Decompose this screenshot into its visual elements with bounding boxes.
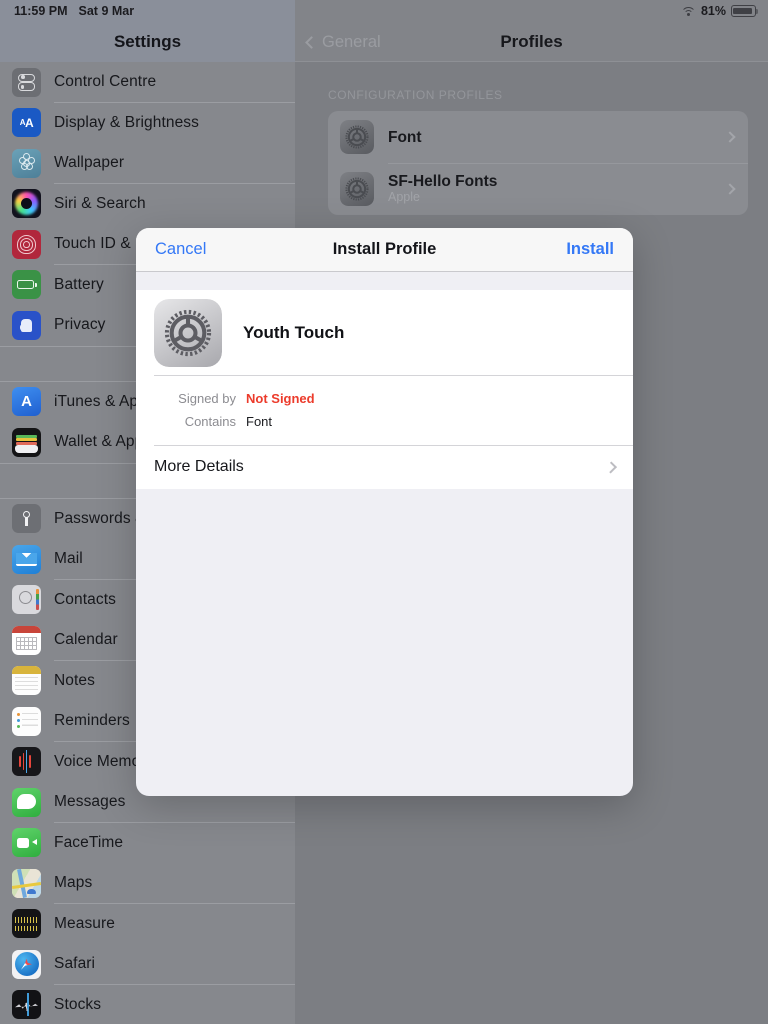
modal-title: Install Profile <box>332 240 437 258</box>
back-button[interactable]: General <box>295 33 381 52</box>
sidebar-item-measure[interactable]: Measure <box>0 903 295 944</box>
stocks-icon <box>12 990 41 1020</box>
screen-root: Settings Control Centre A A Display & Brigh… <box>0 0 768 1024</box>
calendar-icon <box>12 625 41 655</box>
profile-field-value: Not Signed <box>246 390 315 406</box>
profile-field-key: Signed by <box>178 390 236 406</box>
sidebar-item-label: Messages <box>54 793 126 811</box>
siri-search-icon <box>12 189 41 219</box>
settings-gear-icon <box>154 298 222 367</box>
passwords-accounts-icon <box>12 504 41 534</box>
display-brightness-icon: AA <box>12 108 41 138</box>
maps-icon <box>12 868 41 898</box>
chevron-right-icon <box>724 131 736 143</box>
battery-settings-icon <box>12 270 41 300</box>
messages-icon <box>12 787 41 817</box>
sidebar-item-label: Contacts <box>54 590 116 608</box>
touch-id-icon <box>12 229 41 259</box>
profile-field-key: Contains <box>184 413 236 429</box>
safari-icon <box>12 949 41 979</box>
battery-icon <box>731 5 759 17</box>
sidebar-item-control-centre[interactable]: Control Centre <box>0 62 295 103</box>
sidebar-item-label: Wallpaper <box>54 154 125 172</box>
privacy-icon <box>12 310 41 340</box>
profile-field-value: Font <box>246 413 273 429</box>
profile-row[interactable]: SF-Hello Fonts Apple <box>328 163 748 215</box>
wallpaper-icon <box>12 148 41 178</box>
modal-body: Youth Touch Signed by Not Signed Contains F… <box>136 272 633 489</box>
profile-name: Youth Touch <box>243 322 345 342</box>
notes-icon <box>12 666 41 696</box>
status-bar-right: 81% <box>680 4 768 18</box>
more-details-label: More Details <box>154 458 244 475</box>
status-time: 11:59 PM <box>14 4 68 18</box>
sidebar-item-stocks[interactable]: Stocks <box>0 984 295 1024</box>
chevron-right-icon <box>604 460 618 474</box>
battery-percent: 81% <box>700 4 726 18</box>
install-profile-modal: Cancel Install Profile Install Youth Tou… <box>136 228 633 796</box>
sidebar-item-label: Mail <box>54 550 83 568</box>
status-bar: 11:59 PM Sat 9 Mar 81% <box>0 0 768 22</box>
detail-body: CONFIGURATION PROFILES Font SF-Hello Font… <box>295 62 768 215</box>
mail-icon <box>12 544 41 574</box>
control-centre-icon <box>12 67 41 97</box>
sidebar-item-label: Safari <box>54 955 96 973</box>
profile-field-row: Signed by Not Signed <box>136 387 633 410</box>
profile-header-row: Youth Touch <box>136 290 633 375</box>
sidebar-item-display-brightness[interactable]: A A Display & Brightness <box>0 102 295 143</box>
profile-row-text: Font <box>388 129 726 146</box>
more-details-row[interactable]: More Details <box>136 445 633 489</box>
sidebar-item-wallpaper[interactable]: Wallpaper <box>0 143 295 184</box>
install-button[interactable]: Install <box>566 240 614 259</box>
profile-row[interactable]: Font <box>328 111 748 163</box>
cancel-button[interactable]: Cancel <box>155 240 206 259</box>
back-button-label: General <box>322 33 381 51</box>
sidebar-item-label: FaceTime <box>54 833 124 851</box>
sidebar-item-label: Display & Brightness <box>54 113 200 131</box>
profile-row-name: Font <box>388 128 422 146</box>
profile-row-subtitle: Apple <box>388 190 420 204</box>
settings-gear-icon <box>340 120 374 154</box>
sidebar-item-safari[interactable]: Safari <box>0 944 295 985</box>
sidebar-item-label: Reminders <box>54 712 130 730</box>
settings-gear-icon <box>340 172 374 206</box>
measure-icon <box>12 909 41 939</box>
modal-navbar: Cancel Install Profile Install <box>136 228 633 272</box>
facetime-icon <box>12 828 41 858</box>
voice-memos-icon <box>12 747 41 777</box>
wallet-apple-pay-icon <box>12 427 41 457</box>
sidebar-item-label: Measure <box>54 914 116 932</box>
chevron-right-icon <box>724 183 736 195</box>
sidebar-item-label: Siri & Search <box>54 194 146 212</box>
sidebar-item-label: Privacy <box>54 316 106 334</box>
chevron-left-icon <box>305 36 318 49</box>
contacts-icon <box>12 585 41 615</box>
sidebar-item-facetime[interactable]: FaceTime <box>0 822 295 863</box>
sidebar-item-label: Battery <box>54 275 104 293</box>
sidebar-item-label: Maps <box>54 874 93 892</box>
profile-row-name: SF-Hello Fonts <box>388 173 498 190</box>
sidebar-item-maps[interactable]: Maps <box>0 863 295 904</box>
profile-row-text: SF-Hello Fonts Apple <box>388 173 726 205</box>
sidebar-item-label: Calendar <box>54 631 118 649</box>
sidebar-item-label: Stocks <box>54 995 102 1013</box>
sidebar-item-label: Notes <box>54 671 95 689</box>
status-date: Sat 9 Mar <box>78 4 135 18</box>
profile-summary-card: Youth Touch Signed by Not Signed Contains F… <box>136 290 633 489</box>
configuration-profiles-list: Font SF-Hello Fonts Apple <box>328 111 748 215</box>
sidebar-item-label: Voice Memos <box>54 752 149 770</box>
profile-field-row: Contains Font <box>136 410 633 433</box>
sidebar-item-siri-search[interactable]: Siri & Search <box>0 183 295 224</box>
wifi-icon <box>680 6 696 17</box>
sidebar-item-label: Control Centre <box>54 73 157 91</box>
profile-fields: Signed by Not Signed Contains Font <box>136 376 633 445</box>
reminders-icon <box>12 706 41 736</box>
status-bar-left: 11:59 PM Sat 9 Mar <box>0 4 134 18</box>
section-header: CONFIGURATION PROFILES <box>328 88 503 102</box>
itunes-app-store-icon <box>12 387 41 417</box>
